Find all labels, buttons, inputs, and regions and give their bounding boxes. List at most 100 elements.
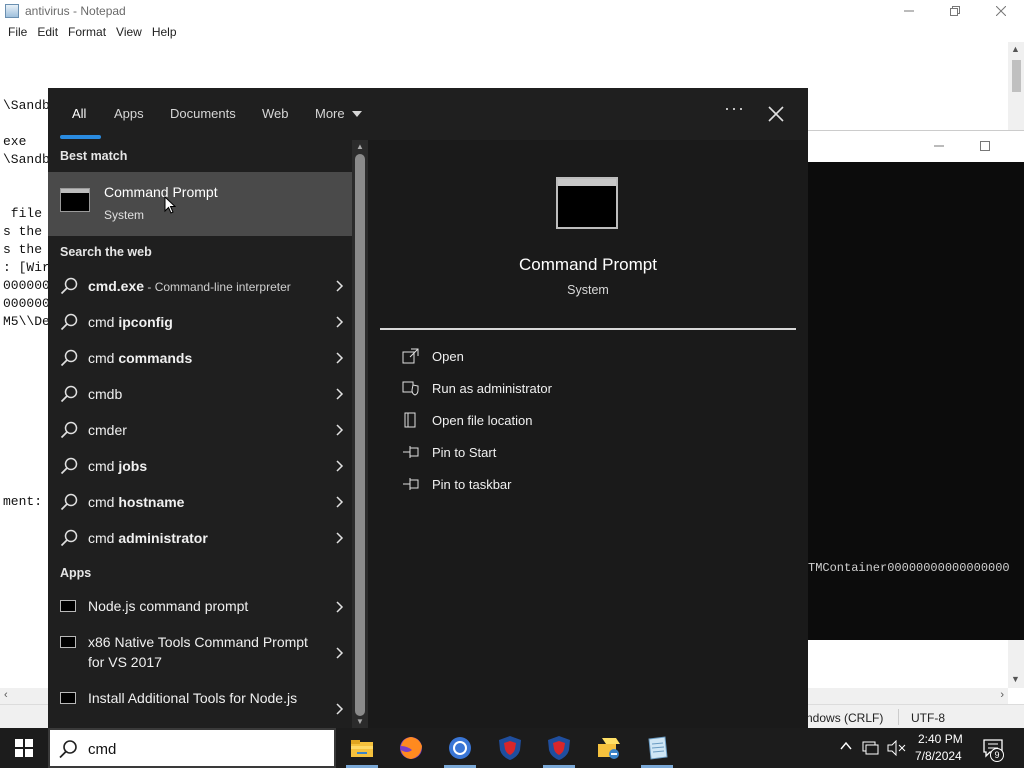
- chevron-right-icon[interactable]: [336, 647, 344, 659]
- close-button[interactable]: [978, 0, 1024, 22]
- scroll-down-icon[interactable]: ▼: [1011, 674, 1020, 684]
- web-result-query: cmd: [88, 530, 119, 546]
- text-line: 000000: [3, 278, 50, 293]
- best-match-command-prompt[interactable]: Command Prompt System: [48, 172, 352, 236]
- action-run-as-administrator[interactable]: Run as administrator: [402, 378, 702, 402]
- section-search-web: Search the web: [60, 245, 152, 259]
- close-icon: [996, 6, 1006, 16]
- text-line: : [Wir: [3, 260, 50, 275]
- chevron-right-icon[interactable]: [336, 601, 344, 613]
- menu-view[interactable]: View: [112, 25, 148, 39]
- section-apps: Apps: [60, 566, 92, 580]
- web-result-label: cmd ipconfig: [88, 314, 173, 330]
- results-scrollbar[interactable]: ▲ ▼: [352, 140, 368, 728]
- clock-time[interactable]: 2:40 PM: [918, 732, 963, 746]
- web-result-row[interactable]: cmder: [48, 412, 352, 448]
- action-open[interactable]: Open: [402, 346, 702, 370]
- chevron-right-icon[interactable]: [336, 388, 344, 400]
- tab-web[interactable]: Web: [262, 106, 289, 121]
- menu-format[interactable]: Format: [64, 25, 112, 39]
- web-result-query: cmd: [88, 494, 119, 510]
- web-result-row[interactable]: cmd hostname: [48, 484, 352, 520]
- notepad-icon[interactable]: [643, 734, 671, 762]
- shield-app-icon[interactable]: [496, 734, 524, 762]
- chevron-right-icon[interactable]: [336, 703, 344, 715]
- scroll-thumb[interactable]: [355, 154, 365, 716]
- action-label: Run as administrator: [432, 381, 552, 396]
- chevron-down-icon[interactable]: [352, 111, 362, 117]
- text-line: exe: [3, 134, 27, 149]
- web-result-label: cmdb: [88, 386, 122, 402]
- menu-help[interactable]: Help: [148, 25, 183, 39]
- scroll-up-icon[interactable]: ▲: [1011, 44, 1020, 54]
- web-result-label: cmd hostname: [88, 494, 184, 510]
- network-folder-icon[interactable]: [594, 734, 622, 762]
- action-pin-to-taskbar[interactable]: Pin to taskbar: [402, 474, 702, 498]
- chrome-icon[interactable]: [446, 734, 474, 762]
- web-result-suggestion: administrator: [118, 530, 208, 546]
- tab-apps[interactable]: Apps: [114, 106, 144, 121]
- action-open-file-location[interactable]: Open file location: [402, 410, 702, 434]
- scroll-right-icon[interactable]: ›: [1000, 689, 1004, 701]
- chevron-right-icon[interactable]: [336, 460, 344, 472]
- chevron-right-icon[interactable]: [336, 316, 344, 328]
- maximize-icon[interactable]: [980, 141, 990, 151]
- action-pin-to-start[interactable]: Pin to Start: [402, 442, 702, 466]
- action-label: Pin to taskbar: [432, 477, 512, 492]
- start-button[interactable]: [0, 728, 48, 768]
- menu-edit[interactable]: Edit: [33, 25, 64, 39]
- tab-all[interactable]: All: [72, 106, 86, 121]
- more-options-icon[interactable]: ···: [724, 98, 745, 119]
- shield-icon: [402, 381, 419, 396]
- web-result-row[interactable]: cmd commands: [48, 340, 352, 376]
- app-result-nodejs-command-prompt[interactable]: Node.js command prompt: [48, 588, 352, 624]
- volume-muted-icon[interactable]: [886, 740, 906, 756]
- chevron-up-icon[interactable]: [840, 740, 852, 752]
- network-icon[interactable]: [862, 740, 880, 756]
- minimize-button[interactable]: [886, 0, 932, 22]
- tab-documents[interactable]: Documents: [170, 106, 236, 121]
- close-icon[interactable]: [768, 106, 784, 122]
- text-line: \Sandb: [3, 98, 50, 113]
- action-label: Pin to Start: [432, 445, 497, 460]
- clock-date[interactable]: 7/8/2024: [915, 749, 962, 763]
- console-app-icon: [60, 636, 76, 648]
- minimize-icon[interactable]: [934, 145, 944, 147]
- firefox-icon[interactable]: [397, 734, 425, 762]
- tab-more[interactable]: More: [315, 106, 345, 121]
- app-result-x86-native-tools[interactable]: x86 Native Tools Command Prompt for VS 2…: [48, 624, 352, 680]
- search-icon: [60, 385, 78, 403]
- web-result-row[interactable]: cmd.exe - Command-line interpreter: [48, 268, 352, 304]
- web-result-row[interactable]: cmd ipconfig: [48, 304, 352, 340]
- file-explorer-icon[interactable]: [348, 734, 376, 762]
- action-label: Open file location: [432, 413, 533, 428]
- chevron-right-icon[interactable]: [336, 352, 344, 364]
- shield-app-2-icon[interactable]: [545, 734, 573, 762]
- menu-file[interactable]: File: [4, 25, 33, 39]
- text-line: ment:: [3, 494, 43, 509]
- web-result-row[interactable]: cmdb: [48, 376, 352, 412]
- search-icon: [60, 313, 78, 331]
- text-line: s the: [3, 224, 43, 239]
- scroll-down-icon[interactable]: ▼: [356, 717, 364, 726]
- web-result-row[interactable]: cmd administrator: [48, 520, 352, 556]
- app-result-install-additional-tools[interactable]: Install Additional Tools for Node.js: [48, 680, 352, 728]
- web-result-row[interactable]: cmd jobs: [48, 448, 352, 484]
- command-prompt-icon: [556, 177, 618, 229]
- scroll-thumb[interactable]: [1012, 60, 1021, 92]
- chevron-right-icon[interactable]: [336, 280, 344, 292]
- taskbar-search-box[interactable]: cmd: [48, 728, 336, 768]
- preview-divider: [380, 328, 796, 330]
- app-result-label: Install Additional Tools for Node.js: [88, 690, 298, 706]
- scroll-left-icon[interactable]: ‹: [4, 689, 8, 701]
- chevron-right-icon[interactable]: [336, 532, 344, 544]
- search-input[interactable]: cmd: [88, 741, 116, 758]
- notification-count-badge: 9: [990, 748, 1004, 762]
- search-icon: [60, 349, 78, 367]
- chevron-right-icon[interactable]: [336, 496, 344, 508]
- pin-icon: [403, 478, 419, 490]
- restore-button[interactable]: [932, 0, 978, 22]
- chevron-right-icon[interactable]: [336, 424, 344, 436]
- scroll-up-icon[interactable]: ▲: [356, 142, 364, 151]
- web-result-suggestion: commands: [118, 350, 193, 366]
